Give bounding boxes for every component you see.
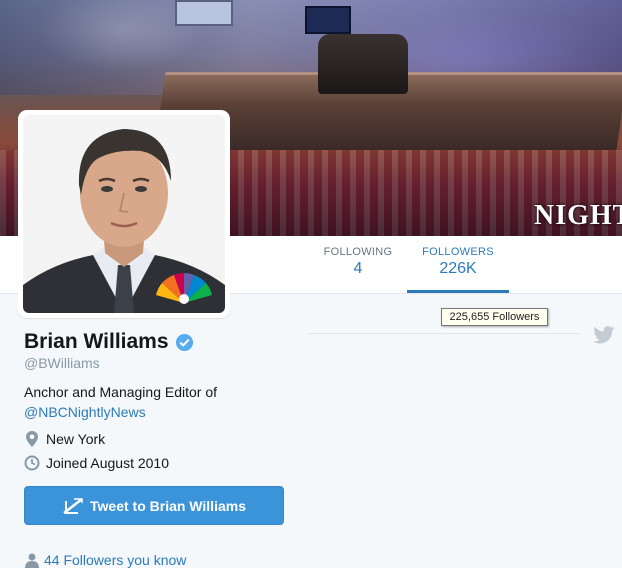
- calendar-clock-icon: [24, 455, 40, 471]
- followers-tooltip: 225,655 Followers: [441, 308, 548, 326]
- banner-nightly-text: NIGHTL: [534, 200, 622, 231]
- profile-joined: Joined August 2010: [24, 455, 169, 471]
- tweet-to-label: Tweet to Brian Williams: [90, 497, 246, 514]
- verified-badge-icon: [175, 333, 193, 351]
- banner-monitor: [305, 6, 351, 34]
- followers-label: FOLLOWERS: [422, 246, 494, 258]
- tweet-compose-icon: [63, 497, 83, 514]
- following-stat[interactable]: FOLLOWING 4: [318, 236, 398, 294]
- followers-you-know-link[interactable]: 44 Followers you know: [24, 552, 186, 568]
- person-icon: [25, 553, 39, 568]
- banner-monitor-left: [175, 0, 233, 26]
- nbc-peacock-logo: [156, 273, 212, 304]
- content-divider: [309, 333, 579, 334]
- profile-location: New York: [24, 430, 105, 448]
- twitter-bird-icon: [593, 326, 615, 344]
- profile-name-row: Brian Williams: [24, 330, 194, 354]
- banner-chair: [318, 34, 408, 94]
- following-count: 4: [353, 260, 363, 277]
- tweet-to-button[interactable]: Tweet to Brian Williams: [24, 486, 284, 525]
- followers-count: 226K: [439, 260, 477, 277]
- avatar: [23, 115, 225, 313]
- followers-stat[interactable]: FOLLOWERS 226K: [407, 236, 509, 293]
- bio-mention-link[interactable]: @NBCNightlyNews: [24, 402, 284, 422]
- profile-avatar-frame[interactable]: [18, 110, 230, 318]
- profile-handle[interactable]: @BWilliams: [24, 355, 100, 371]
- location-text: New York: [46, 431, 106, 447]
- profile-bio: Anchor and Managing Editor of @NBCNightl…: [24, 382, 284, 422]
- joined-text: Joined August 2010: [46, 455, 169, 471]
- followers-you-know-text: 44 Followers you know: [44, 552, 187, 568]
- location-pin-icon: [26, 431, 38, 447]
- profile-name[interactable]: Brian Williams: [24, 330, 169, 354]
- following-label: FOLLOWING: [323, 246, 393, 258]
- bio-text: Anchor and Managing Editor of: [24, 384, 218, 400]
